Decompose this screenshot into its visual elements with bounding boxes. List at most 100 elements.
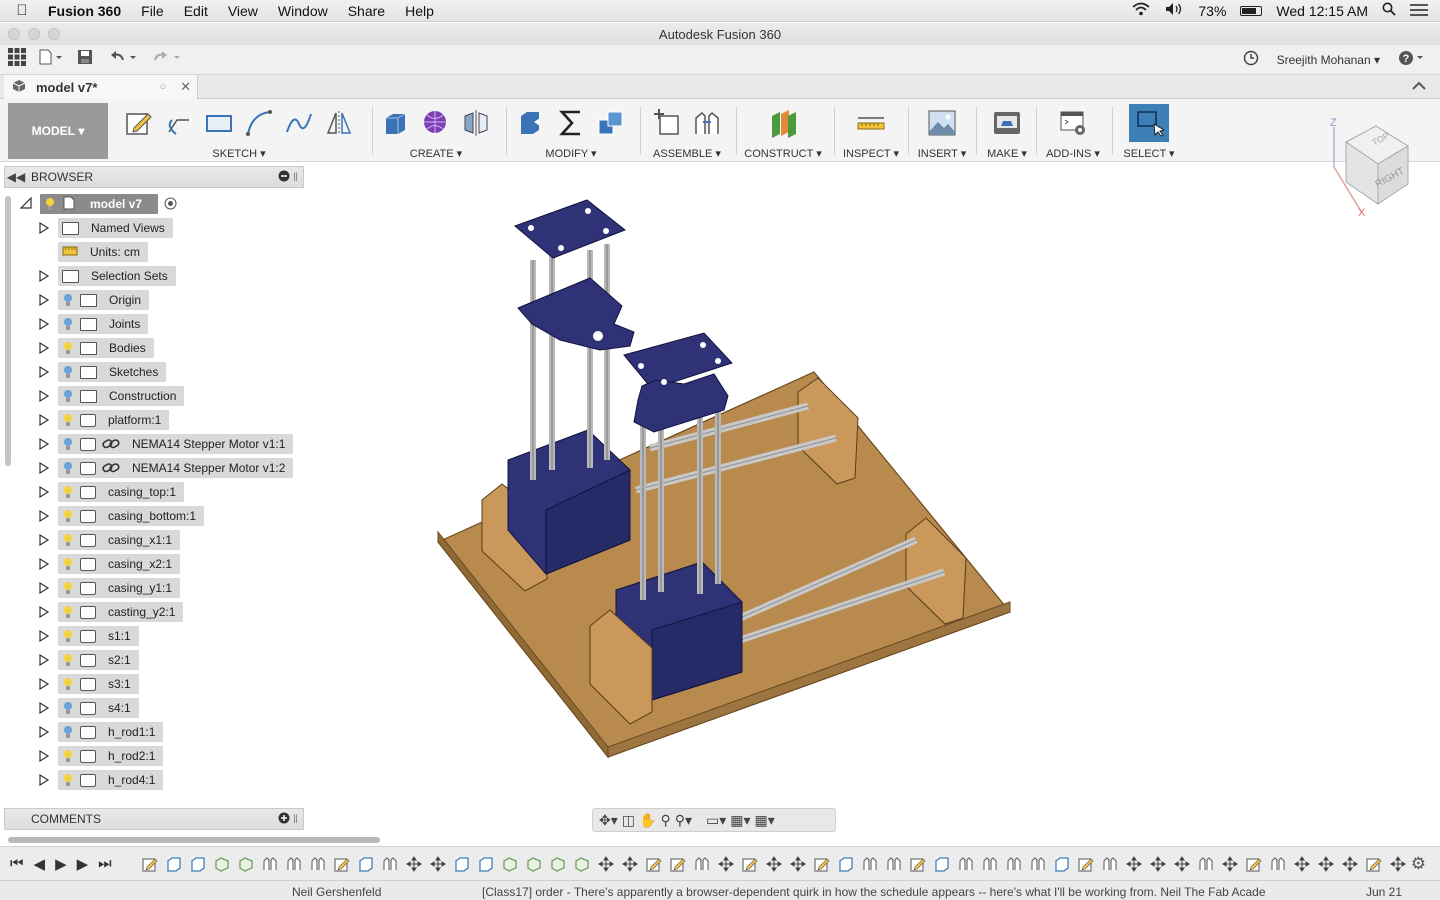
- timeline-body-feature-icon[interactable]: [164, 854, 183, 873]
- menu-file[interactable]: File: [131, 3, 174, 19]
- look-at-icon[interactable]: ◫: [622, 812, 635, 829]
- menu-share[interactable]: Share: [338, 3, 395, 19]
- timeline-joint-feature-icon[interactable]: [1268, 854, 1287, 873]
- visibility-bulb-icon[interactable]: [62, 581, 74, 595]
- timeline-component-feature-icon[interactable]: [524, 854, 543, 873]
- rectangle-tool-icon[interactable]: [202, 106, 236, 140]
- timeline-joint-feature-icon[interactable]: [308, 854, 327, 873]
- insert-image-icon[interactable]: [925, 106, 959, 140]
- visibility-bulb-icon[interactable]: [62, 533, 74, 547]
- tree-row[interactable]: Origin: [4, 290, 304, 310]
- timeline-move-feature-icon[interactable]: [620, 854, 639, 873]
- play-icon[interactable]: ▶: [55, 855, 67, 873]
- expand-triangle-icon[interactable]: [38, 293, 50, 307]
- tree-node[interactable]: casing_top:1: [58, 482, 185, 502]
- form-sphere-icon[interactable]: [419, 106, 453, 140]
- tree-node[interactable]: h_rod4:1: [58, 770, 164, 790]
- select-tool-icon[interactable]: [1129, 104, 1169, 142]
- tree-row[interactable]: platform:1: [4, 410, 304, 430]
- expand-triangle-icon[interactable]: [38, 221, 50, 235]
- new-component-icon[interactable]: [650, 106, 684, 140]
- timeline-sketch-feature-icon[interactable]: [1076, 854, 1095, 873]
- zoom-icon[interactable]: ⚲: [660, 812, 670, 829]
- visibility-bulb-icon[interactable]: [62, 413, 74, 427]
- expand-triangle-icon[interactable]: [38, 677, 50, 691]
- expand-triangle-icon[interactable]: [38, 365, 50, 379]
- timeline-sketch-feature-icon[interactable]: [644, 854, 663, 873]
- collapse-ribbon-icon[interactable]: [1412, 78, 1426, 93]
- browser-minimize-icon[interactable]: [275, 170, 293, 185]
- expand-triangle-icon[interactable]: [38, 437, 50, 451]
- tree-node[interactable]: h_rod2:1: [58, 746, 164, 766]
- timeline-component-feature-icon[interactable]: [500, 854, 519, 873]
- expand-triangle-icon[interactable]: [38, 341, 50, 355]
- mirror-sketch-icon[interactable]: [322, 106, 356, 140]
- addins-menu[interactable]: ADD-INS ▾: [1040, 147, 1106, 160]
- assemble-menu[interactable]: ASSEMBLE ▾: [644, 147, 730, 160]
- tree-row[interactable]: casing_x2:1: [4, 554, 304, 574]
- minimize-window-button[interactable]: [28, 28, 40, 40]
- tree-node[interactable]: Named Views: [58, 218, 173, 238]
- tree-row[interactable]: Construction: [4, 386, 304, 406]
- collapse-browser-icon[interactable]: ◀◀: [5, 170, 27, 184]
- go-to-end-icon[interactable]: ⏭: [98, 855, 112, 873]
- timeline-joint-feature-icon[interactable]: [956, 854, 975, 873]
- timeline-joint-feature-icon[interactable]: [1004, 854, 1023, 873]
- tree-row[interactable]: casing_y1:1: [4, 578, 304, 598]
- tree-row[interactable]: Selection Sets: [4, 266, 304, 286]
- timeline-move-feature-icon[interactable]: [1148, 854, 1167, 873]
- fit-zoom-icon[interactable]: ⚲▾: [675, 812, 692, 829]
- visibility-bulb-icon[interactable]: [62, 389, 74, 403]
- select-menu[interactable]: SELECT ▾: [1118, 147, 1180, 160]
- visibility-bulb-icon[interactable]: [62, 677, 74, 691]
- modify-menu[interactable]: MODIFY ▾: [510, 147, 632, 160]
- visibility-bulb-icon[interactable]: [62, 485, 74, 499]
- visibility-bulb-icon[interactable]: [62, 557, 74, 571]
- undo-icon[interactable]: [102, 50, 146, 69]
- apple-icon[interactable]: : [0, 2, 44, 19]
- timeline-body-feature-icon[interactable]: [1052, 854, 1071, 873]
- workspace-switcher[interactable]: MODEL ▾: [8, 103, 108, 159]
- menu-help[interactable]: Help: [395, 3, 444, 19]
- insert-menu[interactable]: INSERT ▾: [912, 147, 972, 160]
- mirror-body-icon[interactable]: [459, 106, 493, 140]
- visibility-bulb-icon[interactable]: [62, 773, 74, 787]
- timeline-move-feature-icon[interactable]: [596, 854, 615, 873]
- timeline-move-feature-icon[interactable]: [1220, 854, 1239, 873]
- wifi-icon[interactable]: [1132, 2, 1150, 19]
- timeline-component-feature-icon[interactable]: [572, 854, 591, 873]
- timeline-joint-feature-icon[interactable]: [692, 854, 711, 873]
- close-window-button[interactable]: [8, 28, 20, 40]
- save-icon[interactable]: [68, 49, 102, 70]
- document-tab[interactable]: model v7* ○ ✕: [4, 75, 198, 99]
- timeline-joint-feature-icon[interactable]: [1100, 854, 1119, 873]
- expand-triangle-icon[interactable]: [38, 629, 50, 643]
- expand-triangle-icon[interactable]: [38, 485, 50, 499]
- tree-root-row[interactable]: model v7: [4, 194, 304, 214]
- extrude-icon[interactable]: [379, 106, 413, 140]
- tree-row[interactable]: Sketches: [4, 362, 304, 382]
- create-menu[interactable]: CREATE ▾: [376, 147, 496, 160]
- visibility-bulb-icon[interactable]: [62, 653, 74, 667]
- tree-node[interactable]: Bodies: [58, 338, 154, 358]
- canvas-scrollbar[interactable]: [8, 837, 380, 843]
- tree-node[interactable]: Units: cm: [58, 242, 149, 262]
- timeline-body-feature-icon[interactable]: [356, 854, 375, 873]
- tree-node[interactable]: s2:1: [58, 650, 139, 670]
- tree-node[interactable]: s1:1: [58, 626, 139, 646]
- timeline-component-feature-icon[interactable]: [548, 854, 567, 873]
- tree-row[interactable]: NEMA14 Stepper Motor v1:1: [4, 434, 304, 454]
- expand-triangle-icon[interactable]: [38, 605, 50, 619]
- timeline-sketch-feature-icon[interactable]: [740, 854, 759, 873]
- user-account-menu[interactable]: Sreejith Mohanan ▾: [1277, 53, 1380, 67]
- line-tool-icon[interactable]: [162, 106, 196, 140]
- expand-triangle-icon[interactable]: [38, 653, 50, 667]
- tree-node[interactable]: casing_x1:1: [58, 530, 181, 550]
- expand-triangle-icon[interactable]: [38, 509, 50, 523]
- pan-hand-icon[interactable]: ✋: [639, 812, 656, 829]
- tree-row[interactable]: h_rod2:1: [4, 746, 304, 766]
- timeline-move-feature-icon[interactable]: [1172, 854, 1191, 873]
- tree-node[interactable]: h_rod1:1: [58, 722, 164, 742]
- tree-row[interactable]: h_rod1:1: [4, 722, 304, 742]
- visibility-bulb-icon[interactable]: [62, 461, 74, 475]
